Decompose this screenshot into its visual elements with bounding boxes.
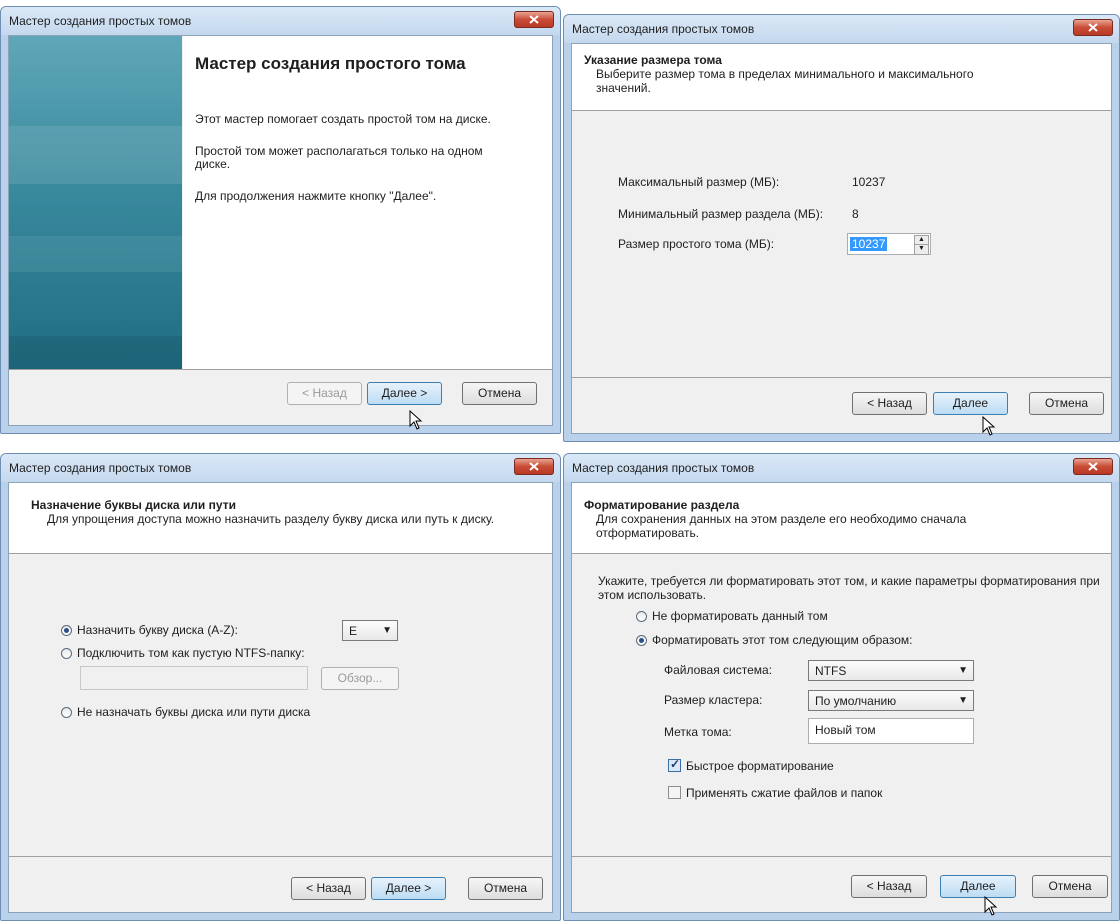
folder-path-input[interactable]: [80, 666, 308, 690]
back-button[interactable]: < Назад: [291, 877, 366, 900]
next-button[interactable]: Далее >: [371, 877, 446, 900]
window-title: Мастер создания простых томов: [9, 14, 192, 28]
filesystem-value: NTFS: [815, 664, 847, 678]
back-button[interactable]: < Назад: [852, 392, 927, 415]
no-format-radio[interactable]: [636, 611, 647, 622]
volume-label-value: Новый том: [815, 723, 876, 737]
format-dialog: Мастер создания простых томов Форматиров…: [563, 453, 1120, 921]
browse-button[interactable]: Обзор...: [321, 667, 399, 690]
title-bar[interactable]: Мастер создания простых томов: [564, 15, 1119, 43]
size-dialog: Мастер создания простых томов Указание р…: [563, 14, 1120, 442]
no-format-label[interactable]: Не форматировать данный том: [652, 609, 828, 623]
page-header: Указание размера тома Выберите размер то…: [572, 44, 1111, 111]
title-bar[interactable]: Мастер создания простых томов: [1, 454, 560, 482]
compression-checkbox[interactable]: [668, 786, 681, 799]
page-subtitle: Для сохранения данных на этом разделе ег…: [596, 512, 967, 540]
page-subtitle: Выберите размер тома в пределах минималь…: [596, 67, 974, 95]
drive-letter-dialog: Мастер создания простых томов Назначение…: [0, 453, 561, 921]
cluster-size-select[interactable]: По умолчанию ▼: [808, 690, 974, 711]
back-button[interactable]: < Назад: [851, 875, 927, 898]
close-icon: [529, 15, 539, 24]
chevron-down-icon: ▼: [958, 665, 968, 676]
client-area: Назначение буквы диска или пути Для упро…: [8, 482, 553, 913]
min-size-value: 8: [852, 207, 859, 221]
format-intro-text: Укажите, требуется ли форматировать этот…: [598, 574, 1100, 602]
chevron-down-icon: ▼: [958, 695, 968, 706]
filesystem-select[interactable]: NTFS ▼: [808, 660, 974, 681]
page-body: Назначить букву диска (A-Z): E ▼ Подключ…: [9, 554, 552, 856]
close-button[interactable]: [514, 458, 554, 475]
close-icon: [529, 462, 539, 471]
compression-label[interactable]: Применять сжатие файлов и папок: [686, 786, 882, 800]
title-bar[interactable]: Мастер создания простых томов: [1, 7, 560, 35]
intro-text: Этот мастер помогает создать простой том…: [195, 112, 491, 126]
page-header: Форматирование раздела Для сохранения да…: [572, 483, 1111, 554]
volume-size-label: Размер простого тома (МБ):: [618, 237, 775, 251]
page-subtitle: Для упрощения доступа можно назначить ра…: [47, 512, 495, 526]
wizard-heading: Мастер создания простого тома: [195, 54, 466, 73]
no-letter-radio[interactable]: [61, 707, 72, 718]
quick-format-checkbox[interactable]: [668, 757, 681, 772]
format-label[interactable]: Форматировать этот том следующим образом…: [652, 633, 912, 647]
next-button[interactable]: Далее: [933, 392, 1008, 415]
page-title: Назначение буквы диска или пути: [31, 498, 236, 512]
volume-label-label: Метка тома:: [664, 725, 732, 739]
client-area: Мастер создания простого тома Этот масте…: [8, 35, 553, 426]
volume-size-input[interactable]: 10237 ▲ ▼: [847, 233, 931, 255]
continue-text: Для продолжения нажмите кнопку "Далее".: [195, 189, 437, 203]
window-title: Мастер создания простых томов: [572, 22, 755, 36]
welcome-content: Мастер создания простого тома Этот масте…: [183, 36, 552, 369]
window-title: Мастер создания простых томов: [9, 461, 192, 475]
mount-folder-radio[interactable]: [61, 648, 72, 659]
volume-label-input[interactable]: Новый том: [808, 718, 974, 744]
assign-letter-radio[interactable]: [61, 625, 72, 636]
cluster-size-value: По умолчанию: [815, 694, 897, 708]
cancel-button[interactable]: Отмена: [462, 382, 537, 405]
button-bar: < Назад Далее > Отмена: [9, 856, 552, 912]
cancel-button[interactable]: Отмена: [468, 877, 543, 900]
disk-note-text: Простой том может располагаться только н…: [195, 144, 483, 171]
spinner-down-icon[interactable]: ▼: [914, 244, 929, 255]
page-header: Назначение буквы диска или пути Для упро…: [9, 483, 552, 554]
quick-format-label[interactable]: Быстрое форматирование: [686, 759, 834, 773]
button-bar: < Назад Далее Отмена: [572, 377, 1111, 433]
button-bar: < Назад Далее Отмена: [572, 856, 1111, 912]
max-size-label: Максимальный размер (МБ):: [618, 175, 780, 189]
format-radio[interactable]: [636, 635, 647, 646]
assign-letter-label[interactable]: Назначить букву диска (A-Z):: [77, 623, 238, 637]
window-title: Мастер создания простых томов: [572, 461, 755, 475]
close-button[interactable]: [1073, 458, 1113, 475]
next-button[interactable]: Далее: [940, 875, 1016, 898]
filesystem-label: Файловая система:: [664, 663, 773, 677]
close-icon: [1088, 23, 1098, 32]
page-body: Максимальный размер (МБ): 10237 Минималь…: [572, 111, 1111, 377]
no-letter-label[interactable]: Не назначать буквы диска или пути диска: [77, 705, 310, 719]
back-button[interactable]: < Назад: [287, 382, 362, 405]
next-button[interactable]: Далее >: [367, 382, 442, 405]
close-icon: [1088, 462, 1098, 471]
mount-folder-label[interactable]: Подключить том как пустую NTFS-папку:: [77, 646, 305, 660]
drive-letter-value: E: [349, 624, 358, 638]
cluster-size-label: Размер кластера:: [664, 693, 763, 707]
title-bar[interactable]: Мастер создания простых томов: [564, 454, 1119, 482]
button-bar: < Назад Далее > Отмена: [9, 369, 552, 425]
close-button[interactable]: [514, 11, 554, 28]
cancel-button[interactable]: Отмена: [1032, 875, 1108, 898]
welcome-dialog: Мастер создания простых томов Мастер соз…: [0, 6, 561, 434]
page-title: Форматирование раздела: [584, 498, 740, 512]
client-area: Форматирование раздела Для сохранения да…: [571, 482, 1112, 913]
chevron-down-icon: ▼: [382, 625, 392, 636]
close-button[interactable]: [1073, 19, 1113, 36]
drive-letter-select[interactable]: E ▼: [342, 620, 398, 641]
max-size-value: 10237: [852, 175, 886, 189]
page-title: Указание размера тома: [584, 53, 722, 67]
volume-size-value: 10237: [850, 237, 888, 251]
page-body: Укажите, требуется ли форматировать этот…: [572, 554, 1111, 856]
min-size-label: Минимальный размер раздела (МБ):: [618, 207, 824, 221]
side-banner: [9, 36, 182, 376]
cancel-button[interactable]: Отмена: [1029, 392, 1104, 415]
client-area: Указание размера тома Выберите размер то…: [571, 43, 1112, 434]
